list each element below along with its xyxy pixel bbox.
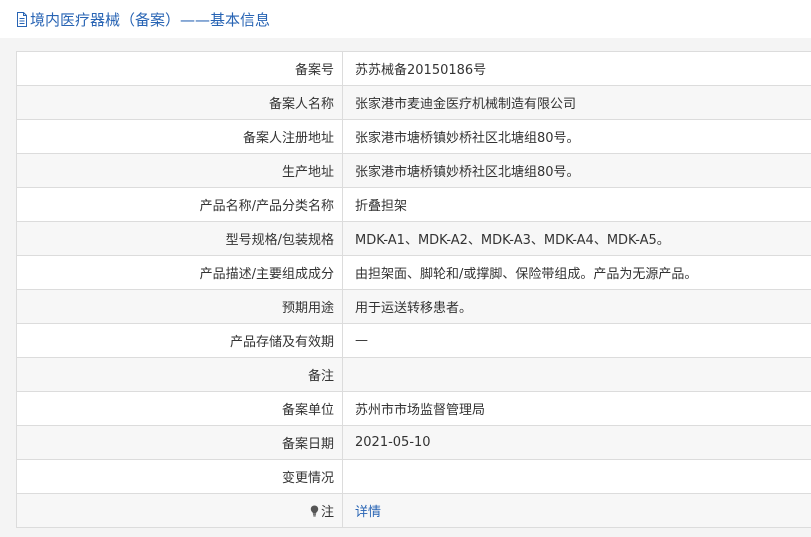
table-row: 型号规格/包装规格 MDK-A1、MDK-A2、MDK-A3、MDK-A4、MD… (16, 221, 811, 256)
row-value: 折叠担架 (342, 187, 811, 222)
table-row: 产品存储及有效期 — (16, 323, 811, 358)
lightbulb-icon (310, 505, 319, 517)
row-value (342, 459, 811, 494)
table-row: 生产地址 张家港市塘桥镇妙桥社区北塘组80号。 (16, 153, 811, 188)
page-title: 境内医疗器械（备案）——基本信息 (30, 10, 271, 29)
row-value: 由担架面、脚轮和/或撑脚、保险带组成。产品为无源产品。 (342, 255, 811, 290)
table-row: 变更情况 (16, 459, 811, 494)
row-value: MDK-A1、MDK-A2、MDK-A3、MDK-A4、MDK-A5。 (342, 221, 811, 256)
row-label: 预期用途 (16, 289, 343, 324)
note-row: 注 详情 (16, 493, 811, 528)
row-value: 用于运送转移患者。 (342, 289, 811, 324)
note-value-cell: 详情 (342, 493, 811, 528)
table-row: 备案单位 苏州市市场监督管理局 (16, 391, 811, 426)
table-row: 备案人名称 张家港市麦迪金医疗机械制造有限公司 (16, 85, 811, 120)
table-row: 备案号 苏苏械备20150186号 (16, 51, 811, 86)
document-icon (16, 11, 28, 27)
table-row: 备案日期 2021-05-10 (16, 425, 811, 460)
note-label: 注 (320, 505, 334, 520)
row-label: 型号规格/包装规格 (16, 221, 343, 256)
row-label: 备案号 (16, 51, 343, 86)
row-value (342, 357, 811, 392)
row-value: 苏苏械备20150186号 (342, 51, 811, 86)
row-label: 产品描述/主要组成成分 (16, 255, 343, 290)
row-label: 备注 (16, 357, 343, 392)
row-label: 产品存储及有效期 (16, 323, 343, 358)
details-link[interactable]: 详情 (355, 505, 381, 520)
row-label: 产品名称/产品分类名称 (16, 187, 343, 222)
row-value: 2021-05-10 (342, 425, 811, 460)
row-label: 生产地址 (16, 153, 343, 188)
table-row: 备案人注册地址 张家港市塘桥镇妙桥社区北塘组80号。 (16, 119, 811, 154)
table-row: 预期用途 用于运送转移患者。 (16, 289, 811, 324)
row-label: 备案单位 (16, 391, 343, 426)
row-label: 备案日期 (16, 425, 343, 460)
note-label-cell: 注 (16, 493, 343, 528)
basic-info-table: 备案号 苏苏械备20150186号 备案人名称 张家港市麦迪金医疗机械制造有限公… (16, 51, 811, 528)
row-label: 备案人注册地址 (16, 119, 343, 154)
row-value: 张家港市塘桥镇妙桥社区北塘组80号。 (342, 153, 811, 188)
row-label: 备案人名称 (16, 85, 343, 120)
table-row: 产品描述/主要组成成分 由担架面、脚轮和/或撑脚、保险带组成。产品为无源产品。 (16, 255, 811, 290)
row-value: 苏州市市场监督管理局 (342, 391, 811, 426)
row-value: 张家港市麦迪金医疗机械制造有限公司 (342, 85, 811, 120)
row-label: 变更情况 (16, 459, 343, 494)
page-header: 境内医疗器械（备案）——基本信息 (0, 0, 811, 38)
content-area: 备案号 苏苏械备20150186号 备案人名称 张家港市麦迪金医疗机械制造有限公… (0, 38, 811, 537)
row-value: 张家港市塘桥镇妙桥社区北塘组80号。 (342, 119, 811, 154)
table-row: 产品名称/产品分类名称 折叠担架 (16, 187, 811, 222)
row-value: — (342, 323, 811, 358)
table-row: 备注 (16, 357, 811, 392)
